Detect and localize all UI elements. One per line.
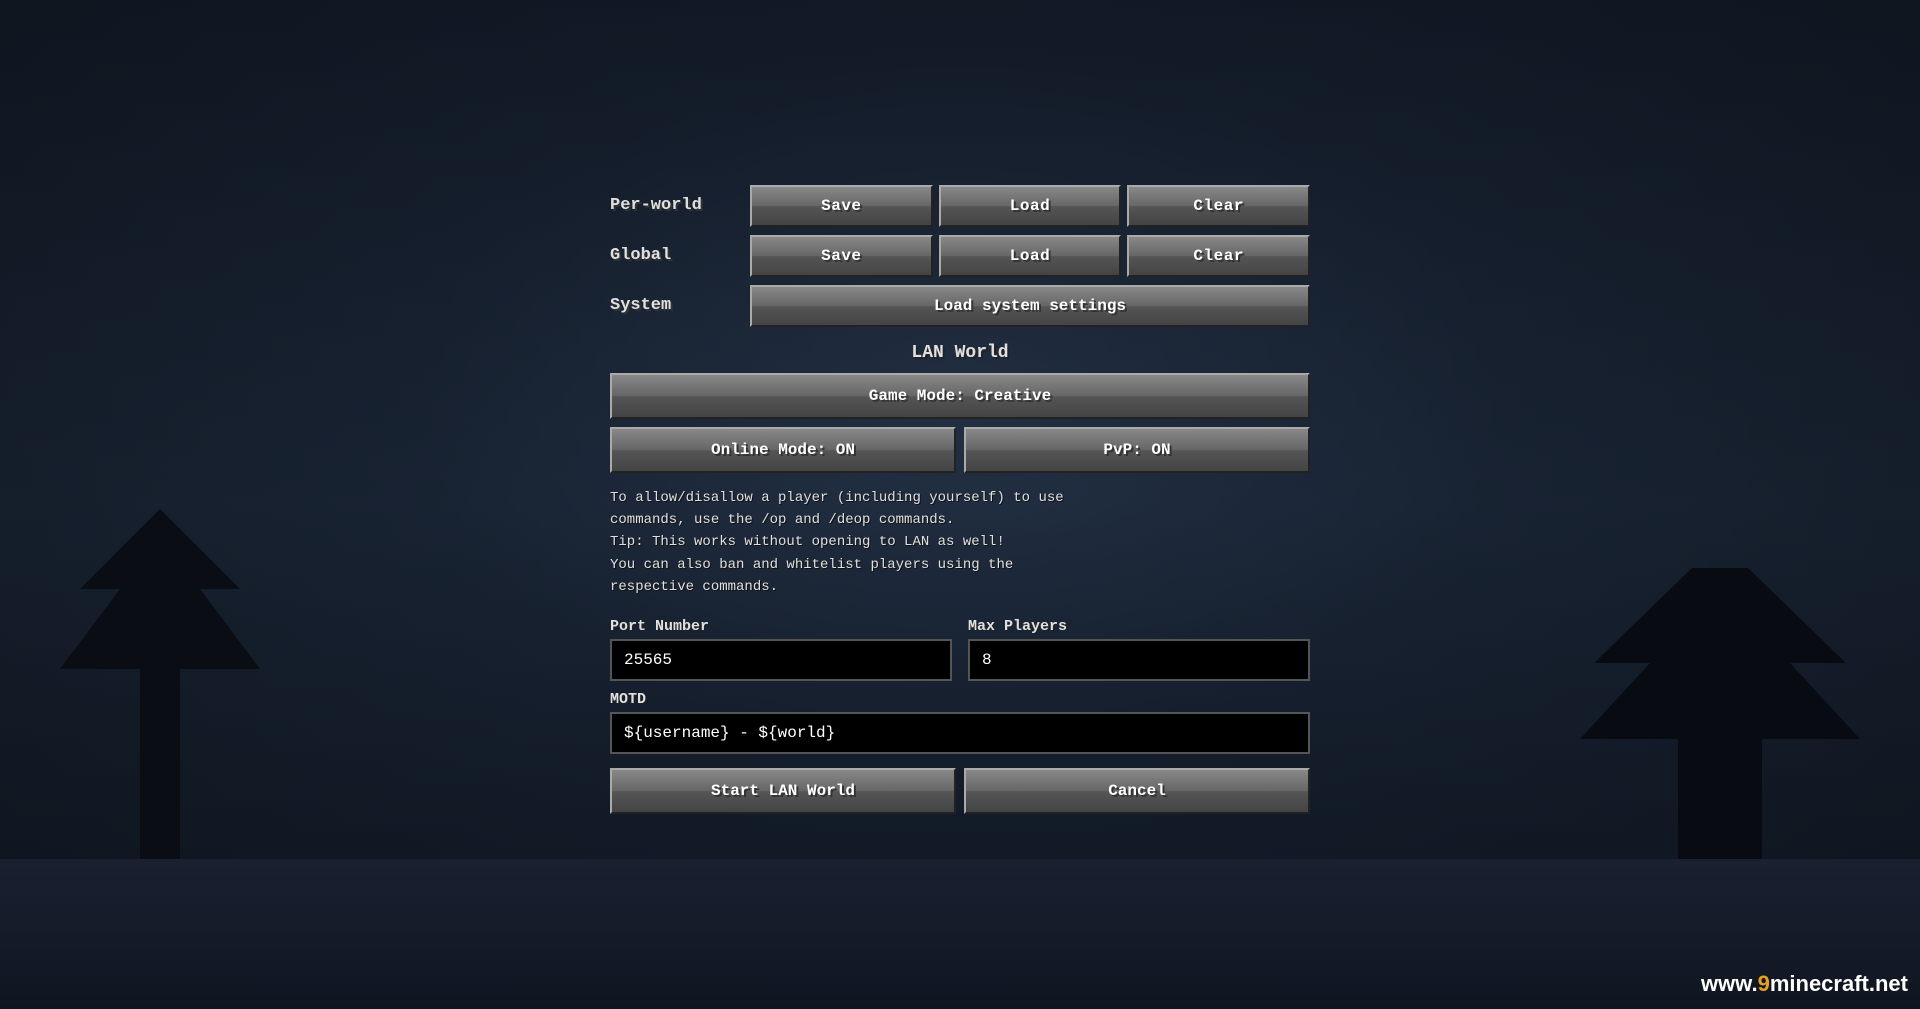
watermark-net: .net	[1869, 971, 1908, 996]
settings-panel: Per-world Save Load Clear Global Save Lo…	[580, 165, 1340, 845]
global-save-button[interactable]: Save	[750, 235, 933, 277]
load-system-settings-button[interactable]: Load system settings	[750, 285, 1310, 327]
game-mode-button[interactable]: Game Mode: Creative	[610, 373, 1310, 419]
watermark: www.9minecraft.net	[1701, 971, 1908, 997]
port-number-group: Port Number	[610, 618, 952, 681]
system-label: System	[610, 296, 740, 315]
system-btn-group: Load system settings	[750, 285, 1310, 327]
start-lan-world-button[interactable]: Start LAN World	[610, 768, 956, 814]
per-world-btn-group: Save Load Clear	[750, 185, 1310, 227]
port-number-label: Port Number	[610, 618, 952, 635]
max-players-group: Max Players	[968, 618, 1310, 681]
global-btn-group: Save Load Clear	[750, 235, 1310, 277]
per-world-row: Per-world Save Load Clear	[610, 185, 1310, 227]
lan-world-title: LAN World	[610, 343, 1310, 363]
online-pvp-row: Online Mode: ON PvP: ON	[610, 427, 1310, 473]
online-mode-button[interactable]: Online Mode: ON	[610, 427, 956, 473]
global-clear-button[interactable]: Clear	[1127, 235, 1310, 277]
info-text: To allow/disallow a player (including yo…	[610, 487, 1310, 599]
port-number-input[interactable]	[610, 639, 952, 681]
ui-container: Per-world Save Load Clear Global Save Lo…	[0, 0, 1920, 1009]
max-players-input[interactable]	[968, 639, 1310, 681]
max-players-label: Max Players	[968, 618, 1310, 635]
watermark-www: www.	[1701, 971, 1758, 996]
fields-row: Port Number Max Players	[610, 618, 1310, 681]
per-world-load-button[interactable]: Load	[939, 185, 1122, 227]
motd-label: MOTD	[610, 691, 1310, 708]
per-world-clear-button[interactable]: Clear	[1127, 185, 1310, 227]
cancel-button[interactable]: Cancel	[964, 768, 1310, 814]
motd-input[interactable]	[610, 712, 1310, 754]
pvp-button[interactable]: PvP: ON	[964, 427, 1310, 473]
watermark-minecraft: minecraft	[1770, 971, 1869, 996]
bottom-buttons-row: Start LAN World Cancel	[610, 768, 1310, 814]
global-load-button[interactable]: Load	[939, 235, 1122, 277]
watermark-9-part: 9	[1758, 971, 1770, 996]
global-row: Global Save Load Clear	[610, 235, 1310, 277]
motd-group: MOTD	[610, 691, 1310, 754]
per-world-label: Per-world	[610, 196, 740, 215]
per-world-save-button[interactable]: Save	[750, 185, 933, 227]
system-row: System Load system settings	[610, 285, 1310, 327]
global-label: Global	[610, 246, 740, 265]
